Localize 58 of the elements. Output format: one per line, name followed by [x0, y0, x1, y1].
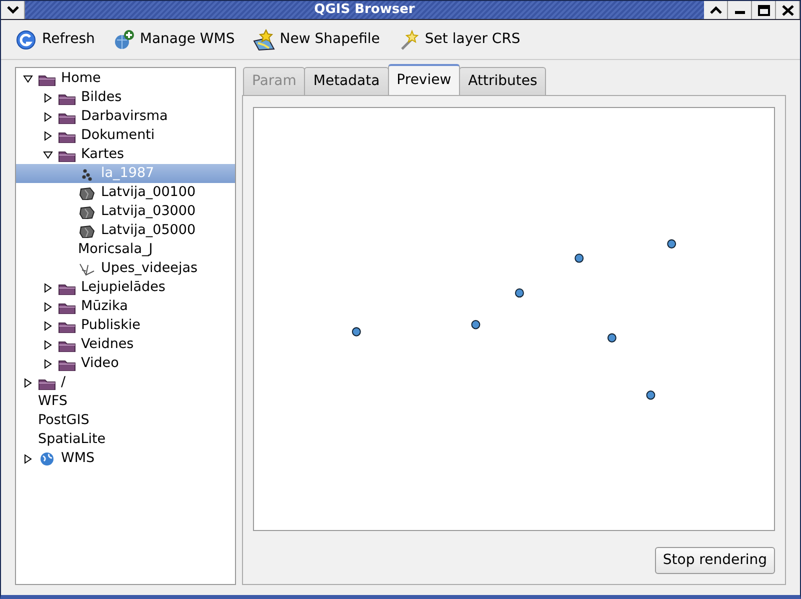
collapsed-arrow-icon[interactable] — [43, 112, 53, 122]
tab[interactable]: Metadata — [304, 67, 389, 95]
tree-item[interactable]: WFS — [16, 392, 235, 411]
tree-item[interactable]: Veidnes — [16, 335, 235, 354]
globe-plus-icon — [112, 28, 135, 50]
polygon-icon — [78, 224, 96, 238]
polygon-icon — [78, 186, 96, 200]
expanded-arrow-icon[interactable] — [43, 150, 53, 160]
close-button[interactable] — [776, 1, 800, 19]
window-title: QGIS Browser — [313, 1, 416, 20]
tree-item[interactable]: PostGIS — [16, 411, 235, 430]
tree-item[interactable]: Video — [16, 354, 235, 373]
caret-up-icon — [710, 6, 722, 14]
map-star-icon — [252, 28, 275, 50]
tree-item[interactable]: Upes_videejas — [16, 259, 235, 278]
tree-item[interactable]: / — [16, 373, 235, 392]
tree-item[interactable]: Latvija_05000 — [16, 221, 235, 240]
tree-item[interactable]: Publiskie — [16, 316, 235, 335]
collapsed-arrow-icon[interactable] — [43, 320, 53, 330]
close-icon — [782, 4, 794, 16]
caret-down-icon — [6, 6, 18, 14]
collapsed-arrow-icon[interactable] — [23, 378, 33, 388]
tree-item[interactable]: Moricsala_J — [16, 240, 235, 259]
window-menu-button[interactable] — [1, 1, 25, 19]
tab[interactable]: Preview — [388, 64, 460, 95]
tree-item[interactable]: WMS — [16, 449, 235, 468]
maximize-icon — [758, 4, 770, 16]
collapsed-arrow-icon[interactable] — [23, 454, 33, 464]
tree-item[interactable]: Bildes — [16, 88, 235, 107]
tree-item[interactable]: Latvija_00100 — [16, 183, 235, 202]
maximize-button[interactable] — [752, 1, 776, 19]
globe-icon — [38, 452, 56, 466]
tree-item[interactable]: Darbavirsma — [16, 107, 235, 126]
collapsed-arrow-icon[interactable] — [43, 340, 53, 350]
toolbar-button[interactable]: Refresh — [13, 26, 97, 52]
toolbar-button[interactable]: New Shapefile — [250, 26, 382, 52]
collapsed-arrow-icon[interactable] — [43, 302, 53, 312]
tree-item[interactable]: Dokumenti — [16, 126, 235, 145]
line-icon — [78, 262, 96, 276]
tree-item[interactable]: Latvija_03000 — [16, 202, 235, 221]
toolbar-button[interactable]: Manage WMS — [110, 26, 237, 52]
refresh-icon — [15, 28, 37, 50]
stop-rendering-button[interactable]: Stop rendering — [654, 547, 775, 574]
expanded-arrow-icon[interactable] — [23, 74, 33, 84]
polygon-icon — [78, 204, 96, 218]
toolbar-button[interactable]: Set layer CRS — [396, 26, 522, 52]
tree-item[interactable]: SpatiaLite — [16, 430, 235, 449]
shade-button[interactable] — [704, 1, 728, 19]
minimize-button[interactable] — [728, 1, 752, 19]
tree-item[interactable]: Home — [16, 69, 235, 88]
collapsed-arrow-icon[interactable] — [43, 282, 53, 292]
tree-item[interactable]: Mūzika — [16, 297, 235, 316]
tree-item[interactable]: Kartes — [16, 145, 235, 164]
tree-item[interactable]: Lejupielādes — [16, 278, 235, 297]
collapsed-arrow-icon[interactable] — [43, 92, 53, 102]
collapsed-arrow-icon[interactable] — [43, 358, 53, 368]
tab[interactable]: Attributes — [459, 67, 546, 95]
collapsed-arrow-icon[interactable] — [43, 130, 53, 140]
